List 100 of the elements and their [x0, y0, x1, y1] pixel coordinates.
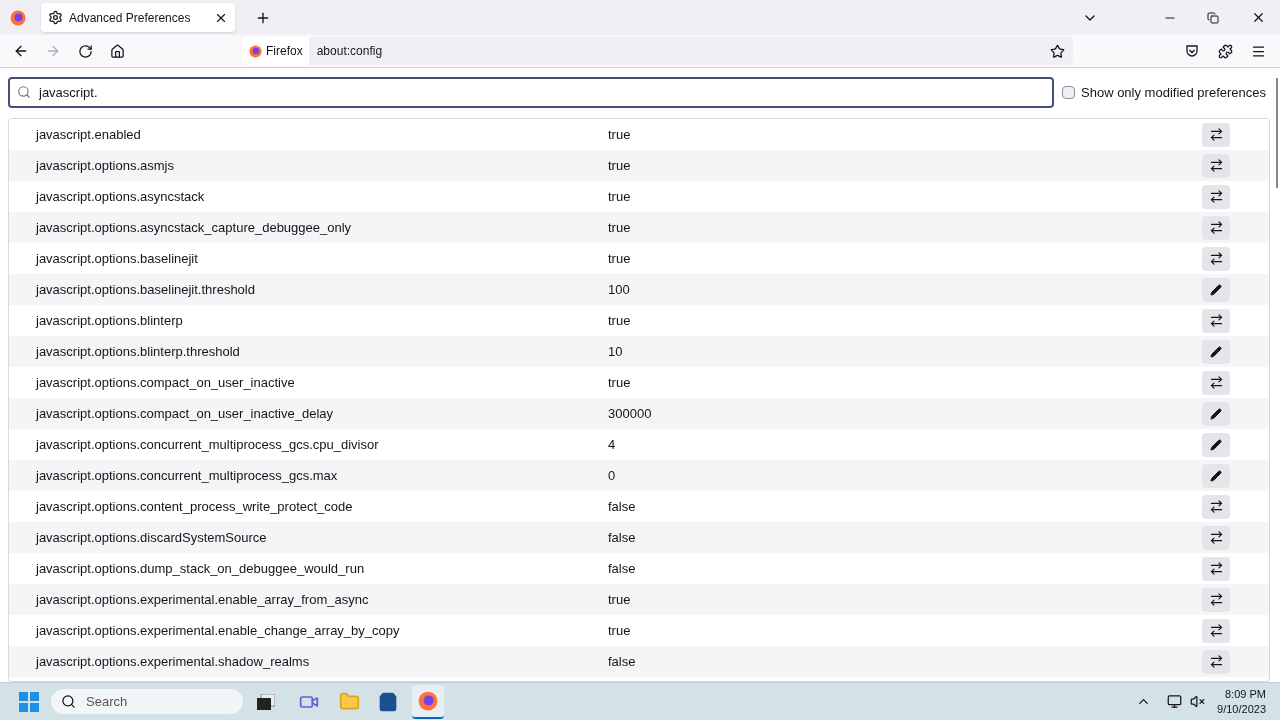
pref-name: javascript.options.asyncstack_capture_debuggee_only [34, 218, 353, 237]
network-icon[interactable] [1167, 694, 1183, 709]
toggle-arrows-icon [1208, 313, 1224, 328]
toggle-arrows-icon [1208, 220, 1224, 235]
pref-value: true [608, 156, 632, 175]
browser-tab[interactable]: Advanced Preferences [41, 3, 235, 32]
pref-name: javascript.options.compact_on_user_inactive [34, 373, 296, 392]
toggle-button[interactable] [1202, 153, 1230, 178]
pref-name: javascript.options.blinterp [34, 311, 184, 330]
muted-speaker-icon[interactable] [1190, 694, 1206, 709]
pref-value: false [608, 652, 637, 671]
toggle-arrows-icon [1208, 654, 1224, 669]
edit-button[interactable] [1202, 463, 1230, 488]
pref-value: 4 [608, 435, 617, 454]
taskbar-search[interactable]: Search [51, 689, 243, 714]
search-icon [61, 694, 76, 709]
pref-name: javascript.enabled [34, 125, 142, 144]
toggle-arrows-icon [1208, 499, 1224, 514]
home-icon[interactable] [110, 43, 125, 59]
windows-start-icon[interactable] [19, 691, 39, 712]
pref-value: true [608, 621, 632, 640]
toggle-arrows-icon [1208, 530, 1224, 545]
pref-value: true [608, 125, 632, 144]
toggle-arrows-icon [1208, 127, 1224, 142]
toggle-button[interactable] [1202, 618, 1230, 643]
identity-box[interactable]: Firefox [243, 37, 309, 65]
back-icon[interactable] [13, 43, 29, 59]
checkbox[interactable] [1062, 86, 1075, 99]
pref-value: true [608, 187, 632, 206]
toggle-button[interactable] [1202, 587, 1230, 612]
task-view-icon[interactable] [257, 693, 275, 710]
firefox-taskbar-button[interactable] [412, 684, 444, 719]
pref-name: javascript.options.concurrent_multiprocess_gcs.max [34, 466, 339, 485]
pref-name: javascript.options.discardSystemSource [34, 528, 268, 547]
pref-value: true [608, 590, 632, 609]
pref-name: javascript.options.asmjs [34, 156, 175, 175]
pref-name: javascript.options.experimental.enable_array_from_async [34, 590, 370, 609]
toggle-button[interactable] [1202, 184, 1230, 209]
star-icon[interactable] [1050, 43, 1065, 59]
pref-name: javascript.options.asyncstack [34, 187, 206, 206]
checkbox-label: Show only modified preferences [1081, 83, 1266, 102]
toggle-button[interactable] [1202, 122, 1230, 147]
pref-value: 300000 [608, 404, 653, 423]
toggle-arrows-icon [1208, 592, 1224, 607]
pref-value: false [608, 497, 637, 516]
toggle-button[interactable] [1202, 308, 1230, 333]
reload-icon[interactable] [78, 43, 93, 59]
toggle-arrows-icon [1208, 158, 1224, 173]
gear-icon [48, 10, 63, 25]
pref-name: javascript.options.dump_stack_on_debuggee_would_run [34, 559, 366, 578]
toggle-button[interactable] [1202, 556, 1230, 581]
toggle-arrows-icon [1208, 375, 1224, 390]
pocket-icon[interactable] [1185, 44, 1199, 58]
firefox-logo-icon [249, 44, 262, 58]
edit-button[interactable] [1202, 339, 1230, 364]
pref-value: 100 [608, 280, 631, 299]
url-text: about:config [316, 43, 384, 60]
toggle-button[interactable] [1202, 494, 1230, 519]
toggle-button[interactable] [1202, 215, 1230, 240]
extensions-icon[interactable] [1218, 43, 1233, 59]
pref-name: javascript.options.compact_on_user_inactive_delay [34, 404, 334, 423]
pref-value: true [608, 249, 632, 268]
firefox-logo-icon [10, 9, 26, 26]
pencil-icon [1210, 407, 1222, 420]
toggle-button[interactable] [1202, 525, 1230, 550]
pref-value: 10 [608, 342, 624, 361]
pref-value: true [608, 373, 632, 392]
pref-name: javascript.options.experimental.shadow_realms [34, 652, 311, 671]
pencil-icon [1210, 469, 1222, 482]
pref-name: javascript.options.content_process_write_protect_code [34, 497, 354, 516]
toggle-arrows-icon [1208, 189, 1224, 204]
search-icon [17, 85, 31, 99]
pencil-icon [1210, 438, 1222, 451]
toggle-arrows-icon [1208, 623, 1224, 638]
pref-value: 0 [608, 466, 617, 485]
edit-button[interactable] [1202, 401, 1230, 426]
toggle-arrows-icon [1208, 561, 1224, 576]
pencil-icon [1210, 283, 1222, 296]
toggle-button[interactable] [1202, 246, 1230, 271]
toggle-button[interactable] [1202, 649, 1230, 674]
close-window-icon[interactable] [1251, 10, 1266, 25]
pref-name: javascript.options.concurrent_multiprocess_gcs.cpu_divisor [34, 435, 380, 454]
clock[interactable]: 8:09 PM 9/10/2023 [1217, 686, 1266, 717]
pref-name: javascript.options.blinterp.threshold [34, 342, 241, 361]
url-bar[interactable]: Firefox about:config [243, 37, 1073, 65]
menu-icon[interactable] [1251, 43, 1266, 59]
edit-button[interactable] [1202, 432, 1230, 457]
edit-button[interactable] [1202, 277, 1230, 302]
pref-value: true [608, 218, 632, 237]
pencil-icon [1210, 345, 1222, 358]
pref-name: javascript.options.experimental.enable_change_array_by_copy [34, 621, 401, 640]
tab-title: Advanced Preferences [69, 9, 192, 27]
toggle-button[interactable] [1202, 370, 1230, 395]
search-field[interactable]: javascript. [8, 77, 1054, 108]
pref-value: false [608, 559, 637, 578]
restore-icon[interactable] [1207, 11, 1219, 24]
pref-value: true [608, 311, 632, 330]
pref-name: javascript.options.baselinejit [34, 249, 199, 268]
firefox-logo-icon [418, 690, 438, 711]
toggle-arrows-icon [1208, 251, 1224, 266]
